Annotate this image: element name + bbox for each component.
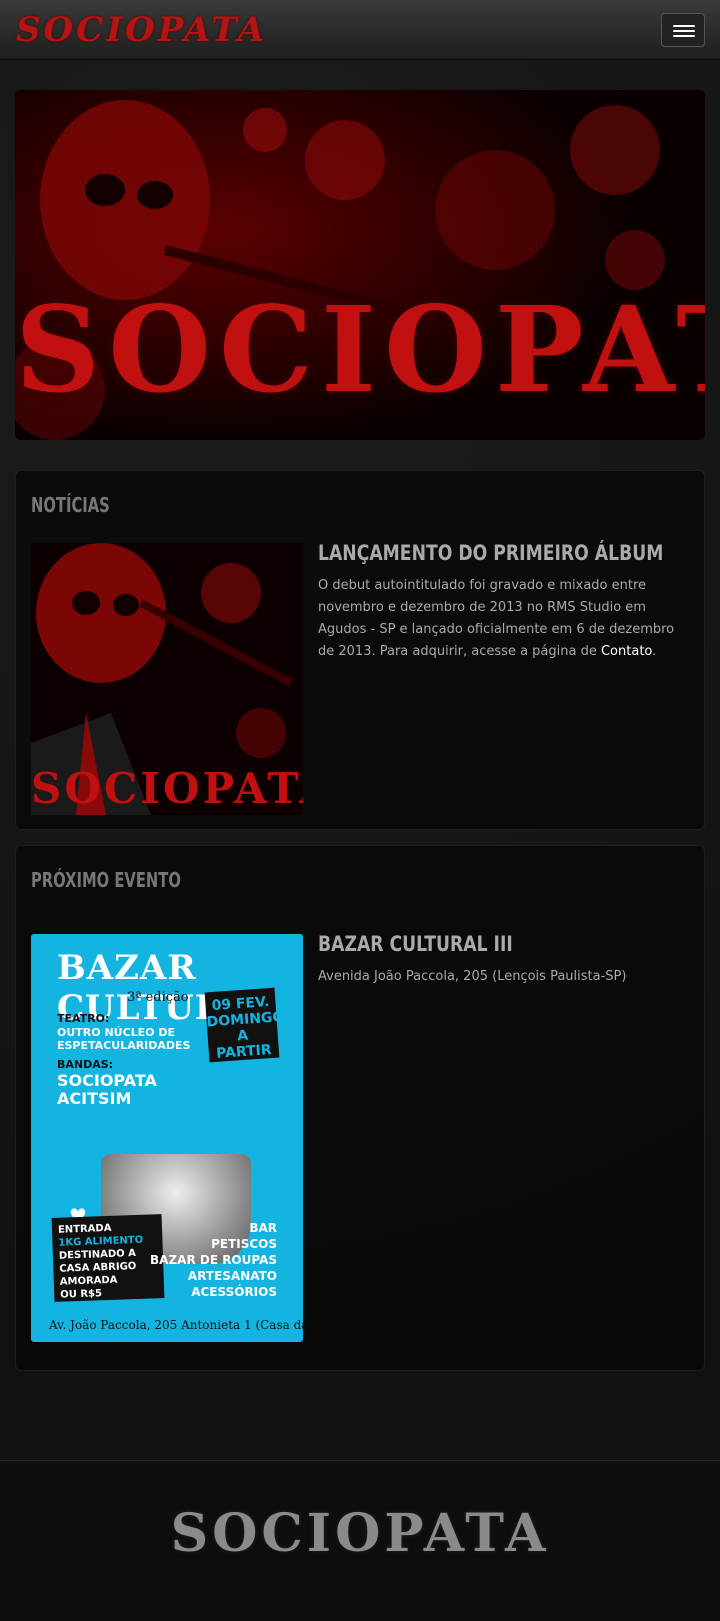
event-title[interactable]: BAZAR CULTURAL III xyxy=(318,932,513,956)
hamburger-icon xyxy=(673,25,695,27)
event-heading: PRÓXIMO EVENTO xyxy=(31,868,181,892)
news-text: O debut autointitulado foi gravado e mix… xyxy=(318,578,675,659)
poster-bands: SOCIOPATA ACITSIM xyxy=(57,1071,157,1108)
hero-title: SOCIOPATA xyxy=(15,280,705,419)
event-address: Avenida João Paccola, 205 (Lençois Pauli… xyxy=(318,969,627,984)
news-panel: NOTÍCIAS SOCIOPATA LANÇAMENTO DO PRIMEIR… xyxy=(15,470,705,830)
poster-entry: ENTRADA 1KG ALIMENTO DESTINADO A CASA AB… xyxy=(51,1214,165,1302)
footer: SOCIOPATA xyxy=(0,1460,720,1621)
footer-logo: SOCIOPATA xyxy=(170,1503,550,1564)
menu-toggle-button[interactable] xyxy=(661,13,705,47)
news-title[interactable]: LANÇAMENTO DO PRIMEIRO ÁLBUM xyxy=(318,541,663,565)
brand-logo[interactable]: SOCIOPATA xyxy=(16,10,267,50)
poster-date: 09 FEV. DOMINGO A PARTIR DAS 11H xyxy=(204,987,285,1078)
album-cover-title: SOCIOPATA xyxy=(31,764,303,813)
news-heading: NOTÍCIAS xyxy=(31,493,110,517)
poster-address: Av. João Paccola, 205 Antonieta 1 (Casa … xyxy=(49,1318,303,1332)
navbar: SOCIOPATA xyxy=(0,0,720,60)
event-panel: PRÓXIMO EVENTO BAZAR CULTURAL 3ª edição … xyxy=(15,845,705,1371)
contact-link[interactable]: Contato xyxy=(601,644,652,659)
poster-list: BAR PETISCOS BAZAR DE ROUPAS ARTESANATO … xyxy=(150,1221,277,1299)
album-cover-image[interactable]: SOCIOPATA xyxy=(31,543,303,815)
event-poster-image[interactable]: BAZAR CULTURAL 3ª edição 09 FEV. DOMINGO… xyxy=(31,934,303,1342)
hero-banner: SOCIOPATA xyxy=(15,90,705,440)
